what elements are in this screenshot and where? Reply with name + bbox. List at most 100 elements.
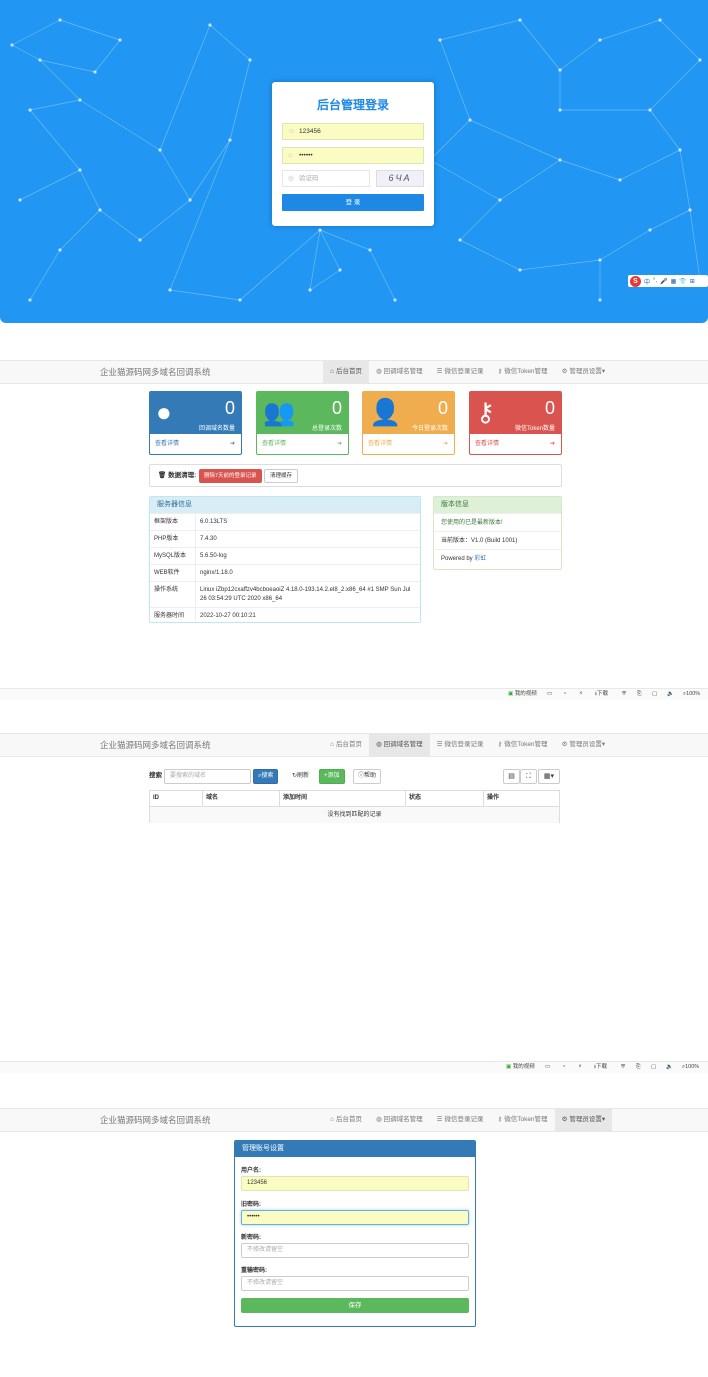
nav-item-admin-settings[interactable]: ⚙ 管理员设置▾ (554, 1109, 613, 1131)
download-button[interactable]: ⭳下载 (594, 1062, 607, 1073)
nav-item-admin-settings[interactable]: ⚙ 管理员设置▾ (555, 361, 613, 383)
nav-item-domains[interactable]: ◍ 回调域名管理 (368, 734, 430, 756)
window-icon[interactable]: ▢ (651, 1062, 656, 1073)
stat-view-details-link[interactable]: 查看详情 ➔ (470, 434, 561, 454)
shield-icon[interactable]: ⛨ (622, 689, 626, 700)
nav-item-home[interactable]: ⌂ 后台首页 (323, 361, 369, 383)
chat-icon[interactable]: ◔ (563, 689, 566, 700)
screenshot-icon[interactable]: ⎘ (636, 1062, 640, 1073)
screenshot-icon[interactable]: ⎘ (637, 689, 641, 700)
repeat-password-input[interactable]: 不修改请留空 (241, 1276, 469, 1291)
old-password-input[interactable]: •••••• (241, 1210, 469, 1225)
constellation-line (439, 19, 521, 41)
download-button[interactable]: ⭳下载 (595, 689, 608, 700)
constellation-line (29, 109, 81, 171)
ime-voice-icon[interactable]: 🎤 (660, 278, 667, 285)
my-video-button[interactable]: ▣ 我的视频 (506, 1062, 535, 1073)
help-button[interactable]: ⓘ帮助 (353, 769, 382, 784)
login-button[interactable]: 登 录 (282, 194, 424, 211)
clear-cache-button[interactable]: 清理缓存 (264, 469, 299, 483)
data-cleanup-panel: 🗑 数据清理: 删除7天前的登录记录 清理缓存 (149, 464, 562, 487)
powered-by-link[interactable]: 彩虹 (474, 556, 486, 562)
stat-view-details-link[interactable]: 查看详情 ➔ (257, 434, 348, 454)
zoom-control[interactable]: ⌕100% (682, 1062, 699, 1073)
ime-punctuation-icon[interactable]: °, (653, 278, 657, 284)
my-video-button[interactable]: ▣ 我的视频 (508, 689, 537, 700)
volume-icon[interactable]: 🔈 (666, 1062, 673, 1073)
brand-title[interactable]: 企业猫源码网多域名回调系统 (100, 361, 211, 383)
constellation-dot (78, 168, 82, 172)
chat-icon[interactable]: ◔ (562, 1062, 565, 1073)
captcha-image[interactable]: 6ЧА (376, 170, 424, 187)
nav-item-domains[interactable]: ◍ 回调域名管理 (369, 1109, 430, 1131)
toggle-view-button[interactable]: ▤ (503, 769, 520, 784)
ime-chinese-mode[interactable]: 中 (644, 277, 650, 286)
password-field[interactable]: ⌂ •••••• (282, 147, 424, 164)
username-field[interactable]: ☺ 123456 (282, 123, 424, 140)
columns-dropdown-button[interactable]: ▦▾ (538, 769, 560, 784)
constellation-line (39, 59, 81, 101)
nav-item-domains[interactable]: ◍ 回调域名管理 (369, 361, 430, 383)
key-icon: ⚷ (497, 1116, 503, 1123)
constellation-line (189, 139, 231, 201)
constellation-dot (518, 18, 522, 22)
stat-label: 今日登录次数 (411, 426, 448, 432)
column-header-domain[interactable]: 域名 (202, 791, 279, 807)
delete-old-logs-button[interactable]: 删除7天前的登录记录 (199, 469, 262, 483)
shield-icon[interactable]: ⛨ (621, 1062, 625, 1073)
arrow-circle-right-icon: ➔ (229, 441, 235, 447)
stat-label: 微信Token数量 (514, 426, 555, 432)
nav-item-login-records[interactable]: ☰ 微信登录记录 (430, 361, 491, 383)
constellation-line (459, 199, 501, 241)
window-icon[interactable]: ▢ (652, 689, 657, 700)
stat-label: 总登录次数 (311, 426, 342, 432)
nav-item-token[interactable]: ⚷ 微信Token管理 (490, 361, 554, 383)
ime-skin-icon[interactable]: 👕 (679, 278, 686, 285)
monitor-icon[interactable]: ▭ (547, 689, 552, 700)
browser-status-bar: ▣ 我的视频 ▭ ◔ ⚡ ⭳下载 ⛨ ⎘ ▢ 🔈 ⌕100% (0, 1061, 708, 1073)
new-password-input[interactable]: 不修改请留空 (241, 1243, 469, 1258)
nav-item-login-records[interactable]: ☰ 微信登录记录 (430, 734, 491, 756)
constellation-line (519, 19, 561, 71)
nav-item-login-records[interactable]: ☰ 微信登录记录 (430, 1109, 491, 1131)
login-title: 后台管理登录 (316, 98, 389, 112)
brand-title[interactable]: 企业猫源码网多域名回调系统 (100, 1109, 211, 1131)
navbar-admin-settings: 企业猫源码网多域名回调系统 ⌂ 后台首页 ◍ 回调域名管理 ☰ 微信登录记录 ⚷ 微信T… (0, 1108, 708, 1132)
nav-item-admin-settings[interactable]: ⚙ 管理员设置▾ (555, 734, 613, 756)
monitor-icon[interactable]: ▭ (545, 1062, 550, 1073)
home-icon: ⌂ (330, 741, 334, 748)
column-header-added-time[interactable]: 添加时间 (279, 791, 405, 807)
constellation-dot (208, 23, 212, 27)
column-header-actions[interactable]: 操作 (483, 791, 559, 807)
constellation-dot (18, 198, 22, 202)
nav-item-home[interactable]: ⌂ 后台首页 (323, 734, 369, 756)
refresh-button[interactable]: ↻刷新 (287, 769, 315, 784)
username-input[interactable]: 123456 (241, 1176, 469, 1191)
search-button[interactable]: ⌕搜索 (253, 769, 279, 784)
save-button[interactable]: 保存 (241, 1298, 469, 1313)
ime-keyboard-icon[interactable]: ▦ (671, 278, 677, 285)
volume-icon[interactable]: 🔈 (667, 689, 674, 700)
zoom-control[interactable]: ⌕100% (683, 689, 700, 700)
stat-view-details-link[interactable]: 查看详情 ➔ (150, 434, 241, 454)
globe-icon: ◍ (375, 368, 382, 375)
speed-icon[interactable]: ⚡ (578, 1062, 582, 1073)
captcha-input[interactable]: ◎ 验证码 (282, 170, 370, 187)
ime-toolbox-icon[interactable]: ⊞ (690, 278, 695, 285)
constellation-dot (598, 38, 602, 42)
add-domain-button[interactable]: +添加 (319, 769, 345, 784)
column-header-status[interactable]: 状态 (405, 791, 483, 807)
nav-item-token[interactable]: ⚷ 微信Token管理 (490, 734, 554, 756)
brand-title[interactable]: 企业猫源码网多域名回调系统 (100, 734, 211, 756)
nav-item-token[interactable]: ⚷ 微信Token管理 (490, 1109, 554, 1131)
domain-search-input[interactable]: 要搜索的域名 (164, 769, 251, 784)
stat-view-details-link[interactable]: 查看详情 ➔ (363, 434, 454, 454)
constellation-line (159, 149, 191, 201)
column-header-id[interactable]: ID (150, 791, 202, 807)
constellation-line (139, 199, 191, 241)
fullscreen-button[interactable]: ⛶ (520, 769, 537, 784)
sogou-logo-icon[interactable]: S (630, 275, 641, 287)
speed-icon[interactable]: ⚡ (579, 689, 583, 700)
nav-item-home[interactable]: ⌂ 后台首页 (323, 1109, 369, 1131)
columns-icon: ▦▾ (543, 773, 555, 780)
